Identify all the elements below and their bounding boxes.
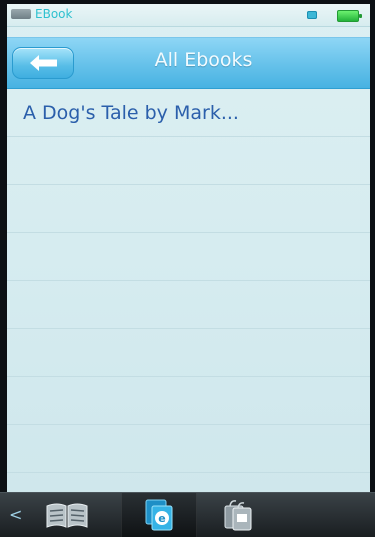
app-icon [11, 9, 31, 19]
title-bar: All Ebooks [7, 37, 370, 89]
svg-text:e: e [158, 512, 165, 525]
list-item[interactable]: A Dog's Tale by Mark... [7, 88, 370, 137]
tab-bookmarks[interactable] [201, 493, 277, 537]
battery-icon [337, 10, 362, 22]
status-app-title: EBook [35, 7, 73, 21]
ebook-icon: e [142, 498, 176, 532]
scroll-left-arrow[interactable]: < [9, 505, 22, 524]
page-title: All Ebooks [154, 49, 253, 71]
back-arrow-icon [30, 55, 57, 71]
ebook-list: A Dog's Tale by Mark... [7, 88, 370, 492]
list-item [7, 184, 370, 233]
message-icon [307, 11, 317, 19]
bookmark-icon [221, 498, 257, 532]
list-item [7, 328, 370, 377]
tab-ebooks[interactable]: e [121, 493, 197, 537]
bottom-toolbar: < e [0, 492, 375, 537]
list-item [7, 424, 370, 473]
list-item [7, 280, 370, 329]
device-screen: EBook All Ebooks A Dog's Tale by Mark... [7, 4, 370, 492]
list-item [7, 136, 370, 185]
back-button[interactable] [12, 47, 74, 79]
list-item [7, 232, 370, 281]
tab-library[interactable] [29, 493, 105, 537]
list-item [7, 376, 370, 425]
list-item-label: A Dog's Tale by Mark... [23, 102, 239, 124]
open-book-icon [45, 501, 89, 529]
status-bar: EBook [7, 4, 370, 27]
